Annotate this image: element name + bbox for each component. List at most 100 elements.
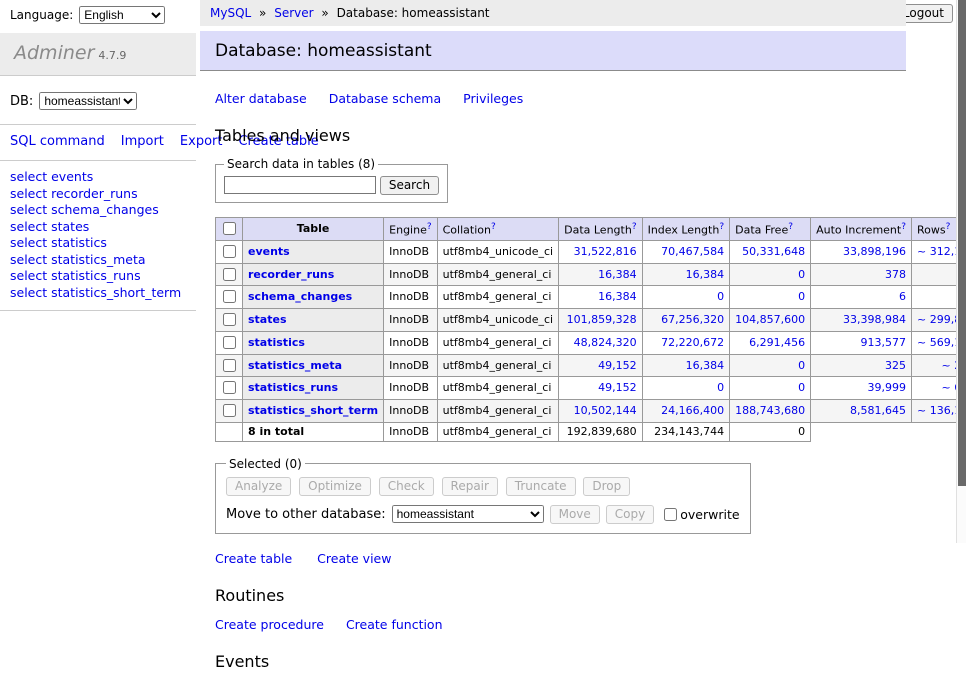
analyze-button[interactable]: Analyze <box>226 477 291 496</box>
data-length-link[interactable]: 49,152 <box>598 359 637 372</box>
sidebar-item-select-statistics[interactable]: select statistics <box>10 235 186 252</box>
move-database-select[interactable]: homeassistant <box>392 505 544 523</box>
create-table-link[interactable]: Create table <box>215 551 292 566</box>
row-checkbox[interactable] <box>223 381 236 394</box>
row-checkbox[interactable] <box>223 245 236 258</box>
search-button[interactable]: Search <box>380 176 439 195</box>
index-length-link[interactable]: 16,384 <box>686 268 725 281</box>
select-all-checkbox[interactable] <box>223 222 236 235</box>
col-header-index-length: Index Length? <box>642 218 730 241</box>
repair-button[interactable]: Repair <box>442 477 498 496</box>
truncate-button[interactable]: Truncate <box>506 477 576 496</box>
auto-increment-link[interactable]: 378 <box>885 268 906 281</box>
auto-increment-link[interactable]: 39,999 <box>868 381 907 394</box>
sidebar-link-import[interactable]: Import <box>121 134 164 149</box>
table-link[interactable]: recorder_runs <box>248 268 334 281</box>
sidebar-item-select-schema-changes[interactable]: select schema_changes <box>10 202 186 219</box>
row-checkbox[interactable] <box>223 313 236 326</box>
db-label: DB: <box>10 94 33 109</box>
row-checkbox[interactable] <box>223 268 236 281</box>
index-length-link[interactable]: 72,220,672 <box>661 336 724 349</box>
data-free-link[interactable]: 104,857,600 <box>735 313 805 326</box>
help-icon[interactable]: ? <box>946 222 951 232</box>
table-link[interactable]: statistics <box>248 336 305 349</box>
db-select[interactable]: homeassistant <box>39 92 137 110</box>
create-view-link[interactable]: Create view <box>317 551 391 566</box>
index-length-link[interactable]: 70,467,584 <box>661 245 724 258</box>
row-checkbox[interactable] <box>223 359 236 372</box>
sidebar-item-select-statistics-short-term[interactable]: select statistics_short_term <box>10 285 186 302</box>
data-length-link[interactable]: 48,824,320 <box>574 336 637 349</box>
help-icon[interactable]: ? <box>788 222 793 232</box>
breadcrumb-link-mysql[interactable]: MySQL <box>210 6 251 20</box>
scrollbar-thumb[interactable] <box>958 0 966 486</box>
data-free-link[interactable]: 0 <box>798 290 805 303</box>
check-button[interactable]: Check <box>379 477 434 496</box>
create-procedure-link[interactable]: Create procedure <box>215 617 324 632</box>
data-length-link[interactable]: 49,152 <box>598 381 637 394</box>
auto-increment-link[interactable]: 8,581,645 <box>850 404 906 417</box>
help-icon[interactable]: ? <box>491 222 496 232</box>
copy-button[interactable]: Copy <box>606 505 654 524</box>
language-select[interactable]: English <box>79 6 165 24</box>
sidebar-item-select-states[interactable]: select states <box>10 219 186 236</box>
col-header-collation: Collation? <box>437 218 558 241</box>
auto-increment-link[interactable]: 6 <box>899 290 906 303</box>
sidebar-item-select-statistics-runs[interactable]: select statistics_runs <box>10 268 186 285</box>
help-icon[interactable]: ? <box>901 222 906 232</box>
create-function-link[interactable]: Create function <box>346 617 443 632</box>
data-free-link[interactable]: 0 <box>798 268 805 281</box>
help-icon[interactable]: ? <box>632 222 637 232</box>
sidebar-item-select-recorder-runs[interactable]: select recorder_runs <box>10 186 186 203</box>
auto-increment-link[interactable]: 913,577 <box>861 336 907 349</box>
data-free-link[interactable]: 6,291,456 <box>749 336 805 349</box>
data-length-link[interactable]: 16,384 <box>598 268 637 281</box>
vertical-scrollbar[interactable] <box>956 0 966 543</box>
sidebar-item-select-statistics-meta[interactable]: select statistics_meta <box>10 252 186 269</box>
alter-database-link[interactable]: Alter database <box>215 91 307 106</box>
data-length-link[interactable]: 101,859,328 <box>567 313 637 326</box>
data-length-link[interactable]: 10,502,144 <box>574 404 637 417</box>
data-free-link[interactable]: 50,331,648 <box>742 245 805 258</box>
privileges-link[interactable]: Privileges <box>463 91 523 106</box>
data-free-link[interactable]: 188,743,680 <box>735 404 805 417</box>
table-row: statistics_meta InnoDB utf8mb4_general_c… <box>216 354 966 377</box>
table-link[interactable]: statistics_runs <box>248 381 338 394</box>
breadcrumb-link-server[interactable]: Server <box>274 6 313 20</box>
sidebar-item-select-events[interactable]: select events <box>10 169 186 186</box>
auto-increment-link[interactable]: 33,898,196 <box>843 245 906 258</box>
auto-increment-link[interactable]: 33,398,984 <box>843 313 906 326</box>
row-checkbox[interactable] <box>223 404 236 417</box>
data-length-link[interactable]: 31,522,816 <box>574 245 637 258</box>
auto-increment-link[interactable]: 325 <box>885 359 906 372</box>
help-icon[interactable]: ? <box>719 222 724 232</box>
table-link[interactable]: statistics_meta <box>248 359 342 372</box>
sidebar-link-sql-command[interactable]: SQL command <box>10 134 105 149</box>
main-content: MySQL » Server » Database: homeassistant… <box>200 0 906 683</box>
optimize-button[interactable]: Optimize <box>299 477 371 496</box>
index-length-link[interactable]: 24,166,400 <box>661 404 724 417</box>
app-name: Adminer <box>14 42 94 64</box>
help-icon[interactable]: ? <box>427 222 432 232</box>
index-length-link[interactable]: 0 <box>717 381 724 394</box>
row-checkbox[interactable] <box>223 336 236 349</box>
table-link[interactable]: events <box>248 245 290 258</box>
search-input[interactable] <box>224 176 376 194</box>
table-link[interactable]: schema_changes <box>248 290 352 303</box>
table-link[interactable]: states <box>248 313 287 326</box>
routine-links: Create procedure Create function <box>215 617 906 632</box>
data-free-link[interactable]: 0 <box>798 381 805 394</box>
row-checkbox[interactable] <box>223 290 236 303</box>
data-length-link[interactable]: 16,384 <box>598 290 637 303</box>
table-link[interactable]: statistics_short_term <box>248 404 378 417</box>
breadcrumb-separator: » <box>321 6 328 20</box>
index-length-link[interactable]: 67,256,320 <box>661 313 724 326</box>
database-schema-link[interactable]: Database schema <box>329 91 441 106</box>
data-free-link[interactable]: 0 <box>798 359 805 372</box>
overwrite-checkbox[interactable] <box>664 508 677 521</box>
app-header: Adminer4.7.9 <box>0 33 196 76</box>
index-length-link[interactable]: 16,384 <box>686 359 725 372</box>
move-button[interactable]: Move <box>550 505 600 524</box>
index-length-link[interactable]: 0 <box>717 290 724 303</box>
drop-button[interactable]: Drop <box>583 477 630 496</box>
